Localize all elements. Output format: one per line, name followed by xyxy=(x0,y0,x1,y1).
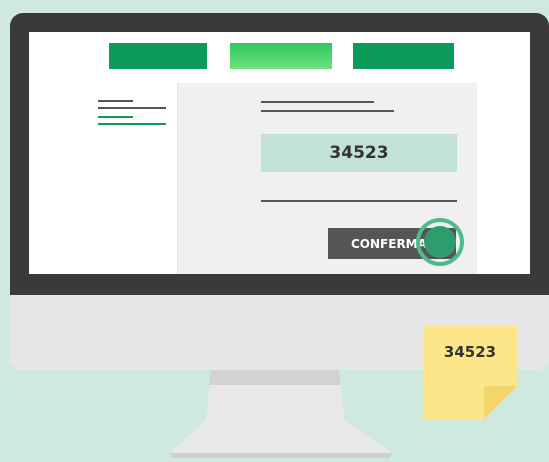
click-indicator-icon xyxy=(416,218,464,266)
nav-tab-3[interactable] xyxy=(353,43,454,69)
code-input[interactable]: 34523 xyxy=(261,134,457,172)
text-line xyxy=(261,101,374,103)
sidebar-line-active[interactable] xyxy=(98,123,166,125)
sidebar-line-active[interactable] xyxy=(98,116,133,118)
input-underline[interactable] xyxy=(261,200,457,202)
nav-tab-2[interactable] xyxy=(230,43,332,69)
nav-tab-1[interactable] xyxy=(109,43,207,69)
text-line xyxy=(261,110,394,112)
sidebar-line xyxy=(98,107,166,109)
sticky-note-text: 34523 xyxy=(443,343,497,361)
sidebar-line xyxy=(98,100,133,102)
sticky-note xyxy=(423,326,517,419)
sidebar xyxy=(87,83,178,274)
